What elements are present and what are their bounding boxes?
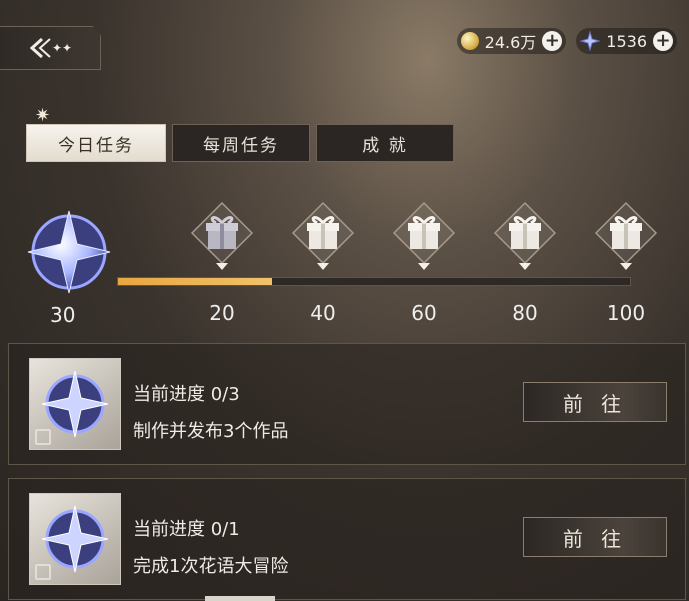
task-description: 制作并发布3个作品 [133,421,289,442]
gift-box-icon[interactable] [594,201,658,265]
tab-weekly-label: 每周任务 [203,135,279,156]
gift-pointer [620,263,632,270]
task-reward-thumbnail [29,358,121,450]
task-tabs: ✷ 今日任务 每周任务 成 就 [26,105,454,162]
tab-weekly[interactable]: 每周任务 [172,124,310,162]
gift-box-icon[interactable] [392,201,456,265]
tab-daily-label: 今日任务 [58,135,134,156]
task-description: 完成1次花语大冒险 [133,556,289,577]
task-progress: 当前进度 0/1 [133,515,240,541]
progress-track [117,277,631,286]
go-button[interactable]: 前 往 [523,382,667,422]
coin-icon [460,32,479,50]
tab-daily[interactable]: ✷ 今日任务 [26,105,166,162]
milestone-label: 40 [310,301,336,325]
task-progress-label: 当前进度 [133,519,205,540]
gift-box-icon[interactable] [190,201,254,265]
copy-icon [35,429,51,445]
star-pill: 1536 + [576,28,677,54]
milestone-label: 60 [411,301,437,325]
copy-icon [35,564,51,580]
star-currency-icon [580,31,601,51]
milestone-label: 100 [606,301,646,325]
task-progress-value: 0/3 [210,384,240,405]
tab-achievements[interactable]: 成 就 [316,124,454,162]
task-card: 当前进度 0/1 完成1次花语大冒险 前 往 [8,478,686,600]
activity-star-icon [27,210,111,294]
milestone-label: 80 [512,301,538,325]
back-button[interactable]: ✦✦ [0,26,101,70]
gift-pointer [418,263,430,270]
gift-box-icon[interactable] [291,201,355,265]
tab-achievements-label: 成 就 [362,135,408,156]
svg-text:✦✦: ✦✦ [52,41,72,55]
sparkle-icon: ✷ [35,105,53,126]
coin-amount: 24.6万 [484,33,537,52]
resource-bar: 24.6万 + 1536 + [456,28,677,54]
gift-pointer [216,263,228,270]
task-progress: 当前进度 0/3 [133,380,240,406]
milestone-label: 20 [209,301,235,325]
progress-fill [118,278,272,285]
gift-pointer [317,263,329,270]
task-progress-value: 0/1 [210,519,240,540]
gift-pointer [519,263,531,270]
task-progress-label: 当前进度 [133,384,205,405]
go-button[interactable]: 前 往 [523,517,667,557]
current-activity-count: 30 [50,303,76,327]
scroll-indicator [205,596,275,601]
star-amount: 1536 [606,31,647,51]
task-card: 当前进度 0/3 制作并发布3个作品 前 往 [8,343,686,465]
task-reward-thumbnail [29,493,121,585]
activity-progress: 30 20 40 60 80 100 [0,195,689,335]
add-star-button[interactable]: + [653,31,673,51]
coin-pill: 24.6万 + [456,28,567,54]
gift-box-icon[interactable] [493,201,557,265]
add-coin-button[interactable]: + [542,31,563,51]
back-arrow-sparkle-icon: ✦✦ [29,37,72,59]
